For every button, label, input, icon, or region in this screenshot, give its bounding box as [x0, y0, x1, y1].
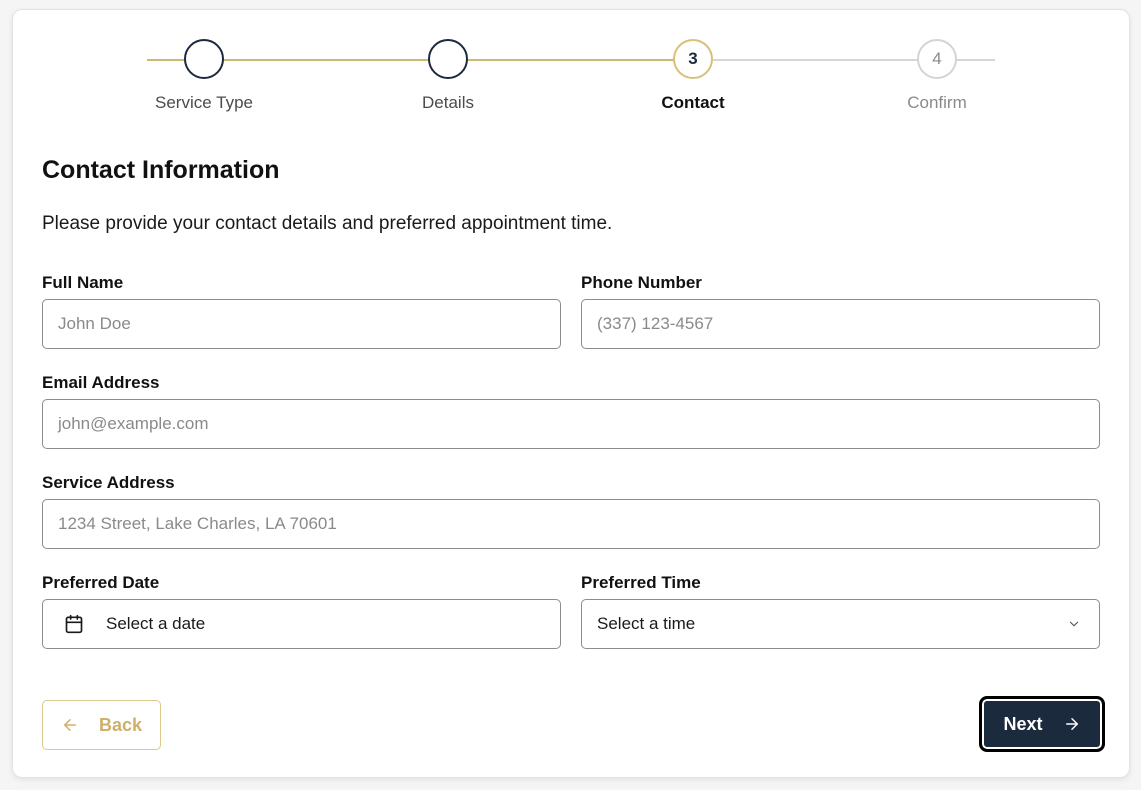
arrow-right-icon — [1065, 718, 1078, 730]
step-2-label: Details — [422, 93, 474, 112]
booking-card: Service Type Details 3 Contact 4 Confirm… — [12, 9, 1130, 778]
time-select[interactable]: Select a time — [581, 599, 1100, 649]
step-1-label: Service Type — [155, 93, 253, 112]
time-select-value: Select a time — [597, 614, 696, 633]
step-3-label: Contact — [661, 93, 725, 112]
section-title: Contact Information — [42, 156, 280, 184]
back-button[interactable]: Back — [42, 700, 161, 750]
phone-input[interactable]: (337) 123-4567 — [581, 299, 1100, 349]
next-button-label: Next — [1003, 713, 1043, 734]
address-input[interactable]: 1234 Street, Lake Charles, LA 70601 — [42, 499, 1100, 549]
chevron-down-icon — [1069, 621, 1079, 627]
calendar-icon — [65, 614, 83, 634]
progress-stepper: Service Type Details 3 Contact 4 Confirm — [13, 10, 1129, 140]
full-name-label: Full Name — [42, 273, 124, 292]
step-4-circle: 4 — [917, 39, 957, 79]
back-button-label: Back — [98, 714, 143, 735]
step-2-circle[interactable] — [428, 39, 468, 79]
step-4-label: Confirm — [907, 93, 967, 112]
address-label: Service Address — [42, 473, 175, 492]
date-picker-value: Select a date — [106, 614, 206, 633]
stepper-line-complete — [147, 59, 681, 61]
date-picker[interactable]: Select a date — [42, 599, 561, 649]
email-input[interactable]: john@example.com — [42, 399, 1100, 449]
email-label: Email Address — [42, 373, 160, 392]
next-button[interactable]: Next — [979, 696, 1105, 752]
date-label: Preferred Date — [42, 573, 160, 592]
step-3-circle: 3 — [673, 39, 713, 79]
full-name-input[interactable]: John Doe — [42, 299, 561, 349]
arrow-left-icon — [63, 719, 76, 731]
section-description: Please provide your contact details and … — [42, 213, 613, 234]
step-1-circle[interactable] — [184, 39, 224, 79]
phone-label: Phone Number — [581, 273, 702, 292]
time-label: Preferred Time — [581, 573, 701, 592]
